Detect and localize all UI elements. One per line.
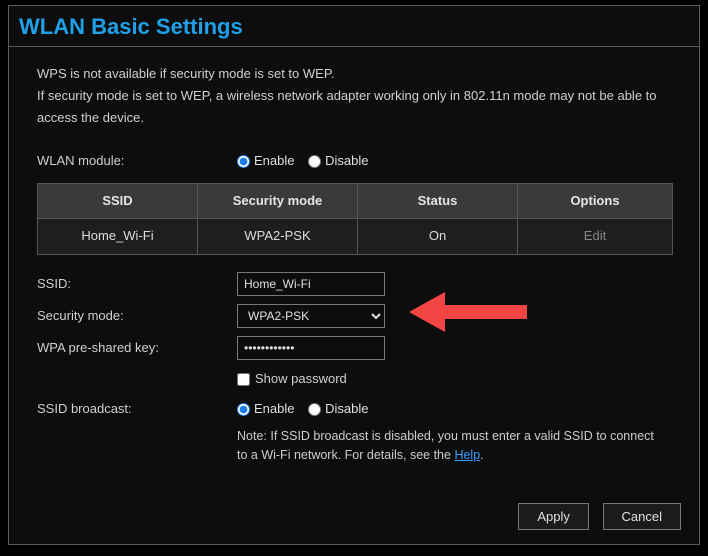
wlan-disable-option[interactable]: Disable (308, 153, 368, 168)
th-ssid: SSID (38, 184, 198, 219)
show-password-checkbox[interactable] (237, 373, 250, 386)
note-line-1: WPS is not available if security mode is… (37, 63, 679, 85)
broadcast-note: Note: If SSID broadcast is disabled, you… (237, 427, 657, 465)
td-security: WPA2-PSK (198, 219, 358, 254)
security-mode-select[interactable]: WPA2-PSK (237, 304, 385, 328)
security-mode-label: Security mode: (37, 305, 237, 327)
apply-button[interactable]: Apply (518, 503, 589, 530)
page-title: WLAN Basic Settings (9, 6, 699, 44)
wlan-disable-radio[interactable] (308, 155, 321, 168)
button-bar: Apply Cancel (508, 503, 681, 530)
th-security: Security mode (198, 184, 358, 219)
show-password-option[interactable]: Show password (237, 371, 347, 386)
help-link[interactable]: Help (454, 448, 480, 462)
table-header-row: SSID Security mode Status Options (38, 184, 673, 219)
show-password-row: Show password (37, 365, 679, 393)
wlan-enable-radio[interactable] (237, 155, 250, 168)
ssid-broadcast-label: SSID broadcast: (37, 398, 237, 420)
content-area: WPS is not available if security mode is… (9, 47, 699, 474)
table-row: Home_Wi-Fi WPA2-PSK On Edit (38, 219, 673, 254)
ssid-row: SSID: (37, 269, 679, 299)
settings-panel: WLAN Basic Settings WPS is not available… (8, 5, 700, 545)
note-line-2: If security mode is set to WEP, a wirele… (37, 85, 679, 129)
th-options: Options (518, 184, 673, 219)
wlan-enable-option[interactable]: Enable (237, 153, 294, 168)
broadcast-disable-option[interactable]: Disable (308, 401, 368, 416)
wpa-key-label: WPA pre-shared key: (37, 337, 237, 359)
cancel-button[interactable]: Cancel (603, 503, 681, 530)
broadcast-disable-radio[interactable] (308, 403, 321, 416)
ssid-broadcast-row: SSID broadcast: Enable Disable (37, 395, 679, 423)
td-ssid: Home_Wi-Fi (38, 219, 198, 254)
ssid-label: SSID: (37, 273, 237, 295)
edit-link[interactable]: Edit (518, 219, 673, 254)
td-status: On (358, 219, 518, 254)
wpa-key-row: WPA pre-shared key: (37, 333, 679, 363)
wlan-module-row: WLAN module: Enable Disable (37, 147, 679, 175)
wpa-key-input[interactable] (237, 336, 385, 360)
th-status: Status (358, 184, 518, 219)
ssid-table: SSID Security mode Status Options Home_W… (37, 183, 673, 254)
broadcast-enable-option[interactable]: Enable (237, 401, 294, 416)
ssid-input[interactable] (237, 272, 385, 296)
broadcast-enable-radio[interactable] (237, 403, 250, 416)
security-mode-row: Security mode: WPA2-PSK (37, 301, 679, 331)
info-notes: WPS is not available if security mode is… (37, 63, 679, 129)
wlan-module-label: WLAN module: (37, 150, 237, 172)
